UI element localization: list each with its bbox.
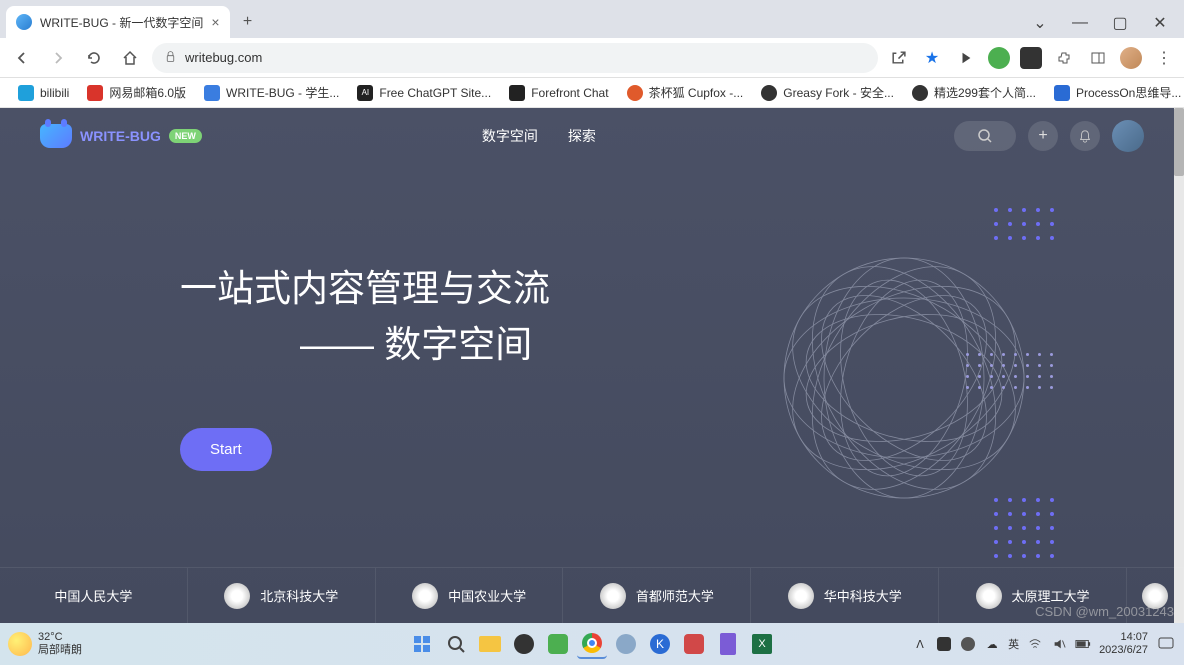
tab-favicon bbox=[16, 14, 32, 30]
extensions-icon[interactable] bbox=[1052, 46, 1076, 70]
profile-avatar-icon[interactable] bbox=[1120, 47, 1142, 69]
decoration-dots-bottom: for(let i=0;i<25;i++)document.write('<di… bbox=[994, 498, 1054, 558]
new-tab-button[interactable]: + bbox=[234, 8, 262, 36]
bell-icon bbox=[1078, 129, 1092, 143]
bookmark-item[interactable]: ProcessOn思维导... bbox=[1046, 81, 1184, 104]
start-button[interactable]: Start bbox=[180, 428, 272, 471]
window-controls: ⌄ — ▢ ✕ bbox=[1020, 8, 1184, 38]
clock[interactable]: 14:07 2023/6/27 bbox=[1099, 631, 1148, 657]
bookmark-item[interactable]: bilibili bbox=[10, 82, 77, 104]
windows-taskbar: 32°C 局部晴朗 K X ᐱ ☁ 英 14:07 2023/6/27 bbox=[0, 623, 1184, 665]
system-tray: ᐱ ☁ 英 14:07 2023/6/27 bbox=[912, 631, 1176, 657]
nav-explore[interactable]: 探索 bbox=[568, 126, 596, 146]
bookmarks-bar: bilibili 网易邮箱6.0版 WRITE-BUG - 学生... AIFr… bbox=[0, 78, 1184, 108]
excel-icon[interactable]: X bbox=[747, 629, 777, 659]
chrome-icon[interactable] bbox=[577, 629, 607, 659]
bookmark-item[interactable]: 茶杯狐 Cupfox -... bbox=[619, 81, 752, 104]
ime-indicator[interactable]: 英 bbox=[1008, 636, 1019, 652]
window-titlebar: WRITE-BUG - 新一代数字空间 × + ⌄ — ▢ ✕ bbox=[0, 0, 1184, 38]
main-nav: 数字空间 探索 bbox=[482, 126, 596, 146]
user-avatar[interactable] bbox=[1112, 120, 1144, 152]
notifications-button[interactable] bbox=[1070, 121, 1100, 151]
tray-chevron-icon[interactable]: ᐱ bbox=[912, 636, 928, 652]
decoration-dots-top: for(let i=0;i<15;i++)document.write('<di… bbox=[994, 208, 1054, 240]
temperature: 32°C bbox=[38, 631, 82, 644]
bookmark-item[interactable]: AIFree ChatGPT Site... bbox=[349, 82, 499, 104]
chevron-down-icon[interactable]: ⌄ bbox=[1020, 8, 1060, 38]
toolbar-actions: ★ ⋮ bbox=[886, 46, 1176, 70]
bookmark-star-icon[interactable]: ★ bbox=[920, 46, 944, 70]
tab-close-icon[interactable]: × bbox=[211, 14, 219, 30]
sidepanel-icon[interactable] bbox=[1086, 46, 1110, 70]
new-badge: NEW bbox=[169, 129, 202, 143]
site-header: WRITE-BUG NEW 数字空间 探索 + bbox=[0, 108, 1184, 164]
tray-onedrive-icon[interactable]: ☁ bbox=[984, 636, 1000, 652]
search-button[interactable] bbox=[954, 121, 1016, 151]
university-item[interactable]: 华中科技大学 bbox=[751, 568, 939, 623]
forward-button[interactable] bbox=[44, 44, 72, 72]
back-button[interactable] bbox=[8, 44, 36, 72]
play-icon[interactable] bbox=[954, 46, 978, 70]
extension-green-icon[interactable] bbox=[988, 47, 1010, 69]
bookmark-item[interactable]: 网易邮箱6.0版 bbox=[79, 81, 194, 104]
url-text: writebug.com bbox=[185, 50, 262, 65]
app-purple-icon[interactable] bbox=[713, 629, 743, 659]
bookmark-item[interactable]: WRITE-BUG - 学生... bbox=[196, 81, 347, 104]
close-window-button[interactable]: ✕ bbox=[1140, 8, 1180, 38]
time: 14:07 bbox=[1099, 631, 1148, 644]
add-button[interactable]: + bbox=[1028, 121, 1058, 151]
maximize-button[interactable]: ▢ bbox=[1100, 8, 1140, 38]
bookmark-item[interactable]: 精选299套个人简... bbox=[904, 81, 1044, 104]
bookmark-item[interactable]: Greasy Fork - 安全... bbox=[753, 81, 902, 104]
wechat-icon[interactable] bbox=[543, 629, 573, 659]
logo-mark-icon bbox=[40, 124, 72, 148]
site-logo[interactable]: WRITE-BUG NEW bbox=[40, 124, 202, 148]
share-icon[interactable] bbox=[886, 46, 910, 70]
address-bar[interactable]: writebug.com bbox=[152, 43, 878, 73]
search-icon bbox=[977, 128, 993, 144]
app-red-icon[interactable] bbox=[679, 629, 709, 659]
explorer-icon[interactable] bbox=[475, 629, 505, 659]
wifi-icon[interactable] bbox=[1027, 636, 1043, 652]
start-button[interactable] bbox=[407, 629, 437, 659]
menu-icon[interactable]: ⋮ bbox=[1152, 46, 1176, 70]
watermark-text: CSDN @wm_20031243 bbox=[1035, 604, 1174, 619]
reload-button[interactable] bbox=[80, 44, 108, 72]
header-actions: + bbox=[954, 120, 1144, 152]
notification-center-icon[interactable] bbox=[1156, 636, 1176, 652]
extension-dark-icon[interactable] bbox=[1020, 47, 1042, 69]
page-content: WRITE-BUG NEW 数字空间 探索 + 一站式内容管理与交流 —— 数字… bbox=[0, 108, 1184, 623]
tray-app-icon[interactable] bbox=[936, 636, 952, 652]
university-item[interactable]: 首都师范大学 bbox=[563, 568, 751, 623]
battery-icon[interactable] bbox=[1075, 636, 1091, 652]
nav-digital-space[interactable]: 数字空间 bbox=[482, 126, 538, 146]
taskbar-apps: K X bbox=[407, 629, 777, 659]
weather-icon bbox=[8, 632, 32, 656]
scroll-thumb[interactable] bbox=[1174, 108, 1184, 176]
decoration-dots-mid: for(let i=0;i<32;i++)document.write('<di… bbox=[966, 353, 1054, 389]
volume-icon[interactable] bbox=[1051, 636, 1067, 652]
weather-desc: 局部晴朗 bbox=[38, 644, 82, 657]
weather-widget[interactable]: 32°C 局部晴朗 bbox=[8, 631, 82, 657]
app-blue-icon[interactable]: K bbox=[645, 629, 675, 659]
logo-text: WRITE-BUG bbox=[80, 128, 161, 144]
qq-icon[interactable] bbox=[509, 629, 539, 659]
tab-title: WRITE-BUG - 新一代数字空间 bbox=[40, 14, 203, 31]
search-taskbar-icon[interactable] bbox=[441, 629, 471, 659]
university-item[interactable]: 中国人民大学 bbox=[0, 568, 188, 623]
tray-app2-icon[interactable] bbox=[960, 636, 976, 652]
home-button[interactable] bbox=[116, 44, 144, 72]
minimize-button[interactable]: — bbox=[1060, 8, 1100, 38]
app-icon[interactable] bbox=[611, 629, 641, 659]
lock-icon bbox=[164, 50, 177, 66]
browser-toolbar: writebug.com ★ ⋮ bbox=[0, 38, 1184, 78]
universities-bar: 中国人民大学 北京科技大学 中国农业大学 首都师范大学 华中科技大学 太原理工大… bbox=[0, 567, 1184, 623]
vertical-scrollbar[interactable] bbox=[1174, 108, 1184, 623]
university-item[interactable]: 中国农业大学 bbox=[376, 568, 564, 623]
bookmark-item[interactable]: Forefront Chat bbox=[501, 82, 616, 104]
university-item[interactable]: 北京科技大学 bbox=[188, 568, 376, 623]
date: 2023/6/27 bbox=[1099, 644, 1148, 657]
browser-tab[interactable]: WRITE-BUG - 新一代数字空间 × bbox=[6, 6, 230, 38]
